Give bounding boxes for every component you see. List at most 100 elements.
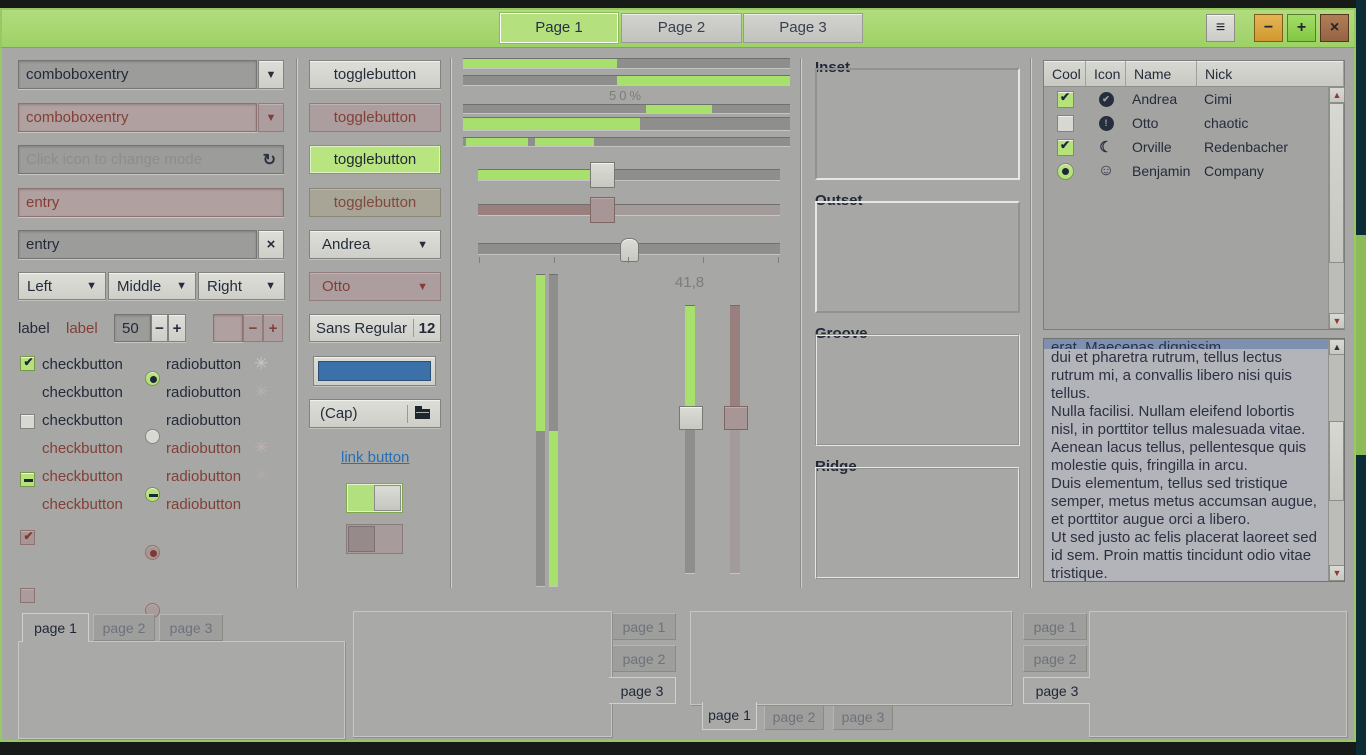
notebook3-tab-page2[interactable]: page 2	[764, 704, 824, 730]
radio-selected[interactable]	[145, 371, 160, 386]
column-header-name[interactable]: Name	[1126, 61, 1197, 87]
notebook3-tab-page1[interactable]: page 1	[702, 702, 757, 730]
scrollbar-thumb[interactable]	[1329, 103, 1344, 263]
combobox-right[interactable]: Right▼	[198, 272, 285, 300]
close-button[interactable]: ×	[1320, 14, 1349, 42]
comboboxentry-input[interactable]	[18, 60, 257, 89]
font-button[interactable]: Sans Regular 12	[309, 314, 441, 342]
notebook4-tab-page1[interactable]: page 1	[1023, 613, 1087, 640]
notebook1-tab-page2[interactable]: page 2	[93, 614, 155, 641]
plus-icon: +	[173, 320, 182, 337]
comboboxentry-dropdown-button[interactable]: ▼	[258, 60, 284, 89]
spinner-icon: ✳	[254, 354, 268, 374]
checkbutton-label: checkbutton	[42, 440, 123, 457]
cell-nick: Company	[1197, 163, 1328, 179]
radiobutton-label: radiobutton	[166, 468, 241, 485]
table-scrollbar[interactable]: ▲ ▼	[1328, 87, 1344, 329]
color-swatch	[318, 361, 431, 381]
spinner-icon: ✳	[254, 438, 268, 458]
scale-tick	[554, 257, 555, 263]
column-header-cool[interactable]: Cool	[1044, 61, 1086, 87]
chevron-down-icon: ▼	[417, 239, 428, 251]
scroll-down-arrow[interactable]: ▼	[1329, 565, 1345, 581]
vscale[interactable]	[685, 305, 695, 573]
togglebutton-disabled: togglebutton	[309, 103, 441, 132]
checkbox-indeterminate[interactable]	[20, 472, 35, 487]
notebook4-tab-page2[interactable]: page 2	[1023, 645, 1087, 672]
cell-name: Andrea	[1126, 91, 1197, 107]
textview-scrollbar[interactable]: ▲ ▼	[1328, 339, 1344, 581]
vscale-handle[interactable]	[679, 406, 703, 430]
entry-clearable[interactable]	[18, 230, 257, 259]
checkbox-unchecked[interactable]	[20, 414, 35, 429]
radio-dot-icon	[1062, 168, 1069, 175]
plus-icon: +	[1297, 19, 1306, 36]
radio-indeterminate[interactable]	[145, 487, 160, 502]
switch-on[interactable]	[346, 483, 403, 513]
titlebar-tab-page3[interactable]: Page 3	[743, 13, 863, 43]
maximize-button[interactable]: +	[1287, 14, 1316, 42]
row-checkbox-checked[interactable]: ✔	[1057, 139, 1074, 156]
minimize-button[interactable]: −	[1254, 14, 1283, 42]
notebook3-tab-page3[interactable]: page 3	[833, 704, 893, 730]
notebook3-content	[690, 611, 1012, 705]
radio-unselected[interactable]	[145, 429, 160, 444]
combobox-left[interactable]: Left▼	[18, 272, 106, 300]
notebook2-content	[353, 611, 612, 737]
table-row[interactable]: ! Otto chaotic	[1044, 111, 1328, 135]
hamburger-menu-button[interactable]: ≡	[1206, 14, 1235, 42]
scrollbar-thumb[interactable]	[1329, 421, 1344, 501]
togglebutton-active[interactable]: togglebutton	[309, 145, 441, 174]
row-checkbox-checked[interactable]: ✔	[1057, 91, 1074, 108]
vscale-value-label: 41,8	[662, 274, 717, 291]
label-disabled: label	[66, 320, 98, 337]
table-row[interactable]: ✔ ☾ Orville Redenbacher	[1044, 135, 1328, 159]
vprogressbar-topdown	[536, 274, 545, 586]
chevron-down-icon: ▼	[266, 69, 277, 81]
combobox-andrea[interactable]: Andrea▼	[309, 230, 441, 259]
face-icon: ☺	[1098, 162, 1114, 180]
spin-minus-button[interactable]: −	[151, 314, 168, 342]
chevron-down-icon: ▼	[86, 280, 97, 292]
scale-tick	[703, 257, 704, 263]
scale-tick	[479, 257, 480, 263]
spin-plus-button[interactable]: +	[168, 314, 186, 342]
color-button[interactable]	[313, 356, 436, 386]
clear-entry-button[interactable]: ×	[258, 230, 284, 259]
column-header-nick[interactable]: Nick	[1197, 61, 1344, 87]
hscale-handle[interactable]	[590, 162, 615, 188]
link-button[interactable]: link button	[341, 449, 409, 466]
table-row[interactable]: ☺ Benjamin Company	[1044, 159, 1328, 183]
cell-name: Otto	[1126, 115, 1197, 131]
check-icon: ✔	[21, 529, 36, 544]
notebook2-tab-page1[interactable]: page 1	[612, 613, 676, 640]
file-chooser-button[interactable]: (Cap)	[309, 399, 441, 428]
scroll-up-arrow[interactable]: ▲	[1329, 87, 1345, 103]
check-icon: ✔	[1058, 138, 1073, 153]
row-radio-selected[interactable]	[1057, 163, 1074, 180]
refresh-icon[interactable]: ↻	[263, 150, 276, 170]
notebook4-content	[1089, 611, 1347, 737]
hscale[interactable]	[478, 169, 780, 180]
column-header-icon[interactable]: Icon	[1086, 61, 1126, 87]
separator	[450, 58, 451, 588]
notebook2-tab-page2[interactable]: page 2	[612, 645, 676, 672]
combobox-middle[interactable]: Middle▼	[108, 272, 196, 300]
mode-entry[interactable]: ↻	[18, 145, 284, 174]
scroll-up-arrow[interactable]: ▲	[1329, 339, 1345, 355]
textview[interactable]: erat. Maecenas dignissim, dui et pharetr…	[1043, 338, 1345, 582]
togglebutton-normal[interactable]: togglebutton	[309, 60, 441, 89]
table-header-row: Cool Icon Name Nick	[1044, 61, 1344, 87]
titlebar-tab-page2[interactable]: Page 2	[621, 13, 742, 43]
row-checkbox-unchecked[interactable]	[1057, 115, 1074, 132]
spinbutton-value[interactable]	[114, 314, 151, 342]
hscale-marks-handle[interactable]	[620, 238, 639, 262]
notebook1-tab-page1[interactable]: page 1	[22, 613, 89, 642]
titlebar-tab-page1[interactable]: Page 1	[500, 13, 618, 43]
scroll-down-arrow[interactable]: ▼	[1329, 313, 1345, 329]
notebook1-tab-page3[interactable]: page 3	[159, 614, 223, 641]
checkbox-checked[interactable]: ✔	[20, 356, 35, 371]
table-row[interactable]: ✔ ✔ Andrea Cimi	[1044, 87, 1328, 111]
notebook4-tab-page3[interactable]: page 3	[1023, 677, 1090, 704]
notebook2-tab-page3[interactable]: page 3	[609, 677, 676, 704]
